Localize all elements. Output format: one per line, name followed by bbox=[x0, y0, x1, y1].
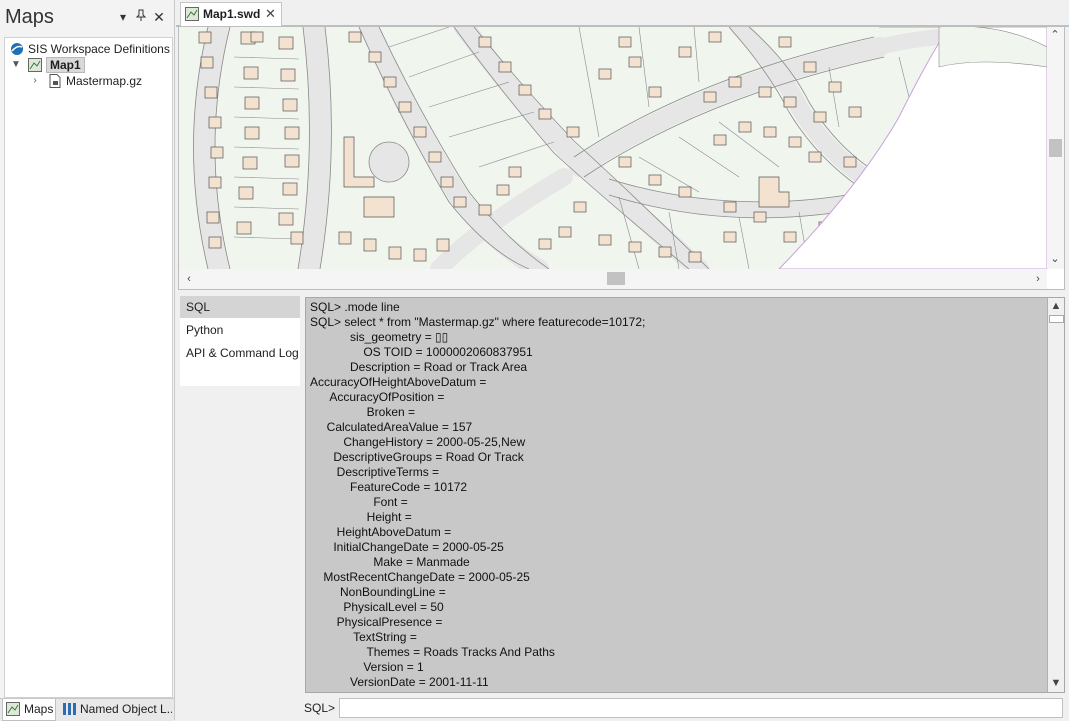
tab-maps[interactable]: Maps bbox=[2, 699, 56, 721]
console-line: Version = 1 bbox=[310, 660, 424, 674]
console-line: InitialChangeDate = 2000-05-25 bbox=[310, 540, 504, 554]
document-tab-bar: Map1.swd ✕ bbox=[176, 0, 1069, 27]
scroll-thumb[interactable] bbox=[607, 272, 625, 285]
map-document-icon bbox=[185, 7, 199, 24]
map-canvas[interactable] bbox=[179, 27, 1047, 269]
console-line: AccuracyOfHeightAboveDatum = bbox=[310, 375, 487, 389]
pin-icon[interactable] bbox=[133, 9, 149, 25]
console-line: ChangeHistory = 2000-05-25,New bbox=[310, 435, 526, 449]
console-line: CalculatedAreaValue = 157 bbox=[310, 420, 473, 434]
scroll-thumb[interactable] bbox=[1049, 139, 1062, 157]
scroll-right-icon[interactable]: › bbox=[1030, 271, 1046, 287]
maps-pane-header: Maps ▾ ✕ bbox=[0, 0, 174, 36]
console-line: Broken = bbox=[310, 405, 416, 419]
console-line: sis_geometry = ▯▯ bbox=[310, 330, 449, 344]
tree-item-workspace-definitions[interactable]: SIS Workspace Definitions bbox=[5, 41, 170, 57]
sql-prompt-label: SQL> bbox=[304, 701, 336, 715]
workspace-globe-icon bbox=[10, 42, 24, 56]
map-horizontal-scrollbar[interactable]: ‹ › bbox=[179, 269, 1047, 289]
sql-input[interactable] bbox=[339, 698, 1063, 718]
tree-item-mastermap[interactable]: › Mastermap.gz bbox=[5, 73, 170, 89]
console-line: SQL> select * from "Mastermap.gz" where … bbox=[310, 315, 646, 329]
scroll-up-icon[interactable]: ▲ bbox=[1048, 298, 1064, 314]
maps-pane: Maps ▾ ✕ SIS Workspace Definitions ▼ Map… bbox=[0, 0, 175, 721]
console-tab-list: SQL Python API & Command Log bbox=[180, 296, 300, 386]
console-line: TextString = bbox=[310, 630, 417, 644]
collapse-chevron-icon[interactable]: ▼ bbox=[11, 57, 21, 73]
close-pane-icon[interactable]: ✕ bbox=[151, 9, 167, 25]
console-line: NonBoundingLine = bbox=[310, 585, 446, 599]
console-lines: SQL> .mode line SQL> select * from "Maste… bbox=[310, 300, 1040, 690]
tree-item-label: Map1 bbox=[46, 57, 85, 73]
tab-named-objects[interactable]: Named Object L... bbox=[60, 699, 172, 720]
scroll-down-icon[interactable]: ⌄ bbox=[1047, 251, 1063, 267]
dropdown-icon[interactable]: ▾ bbox=[115, 9, 131, 25]
scroll-down-icon[interactable]: ▼ bbox=[1048, 675, 1064, 691]
console-line: OS TOID = 1000002060837951 bbox=[310, 345, 533, 359]
console-line: PhysicalPresence = bbox=[310, 615, 443, 629]
tab-sql[interactable]: SQL bbox=[180, 296, 300, 318]
tree-item-label: SIS Workspace Definitions bbox=[28, 42, 170, 56]
maps-pane-title: Maps bbox=[5, 6, 54, 28]
console-line: Font = bbox=[310, 495, 408, 509]
console-line: VersionDate = 2001-11-11 bbox=[310, 675, 489, 689]
map-vertical-scrollbar[interactable]: ⌃ ⌄ bbox=[1047, 27, 1064, 269]
console-line: MostRecentChangeDate = 2000-05-25 bbox=[310, 570, 530, 584]
console-line: DescriptiveGroups = Road Or Track bbox=[310, 450, 524, 464]
console-line: SQL> .mode line bbox=[310, 300, 400, 314]
console-line: DescriptiveTerms = bbox=[310, 465, 440, 479]
console-line: Height = bbox=[310, 510, 412, 524]
tab-map1-swd[interactable]: Map1.swd ✕ bbox=[180, 2, 282, 26]
tab-api-command-log[interactable]: API & Command Log bbox=[180, 342, 300, 364]
tab-label: Named Object L... bbox=[80, 702, 172, 716]
console-line: AccuracyOfPosition = bbox=[310, 390, 445, 404]
tree-item-label: Mastermap.gz bbox=[66, 74, 143, 88]
close-tab-icon[interactable]: ✕ bbox=[265, 6, 276, 22]
expand-chevron-icon[interactable]: › bbox=[30, 73, 40, 89]
console-line: FeatureCode = 10172 bbox=[310, 480, 468, 494]
scroll-left-icon[interactable]: ‹ bbox=[181, 271, 197, 287]
tab-python[interactable]: Python bbox=[180, 319, 300, 341]
sql-console-output[interactable]: SQL> .mode line SQL> select * from "Maste… bbox=[305, 297, 1065, 693]
scroll-thumb[interactable] bbox=[1049, 315, 1064, 323]
console-line: Make = Manmade bbox=[310, 555, 470, 569]
tab-label: Maps bbox=[24, 702, 54, 716]
tab-label: Map1.swd bbox=[203, 7, 261, 21]
pane-bottom-tabs: Maps Named Object L... bbox=[0, 698, 174, 721]
map-document-icon bbox=[28, 58, 42, 72]
console-line: PhysicalLevel = 50 bbox=[310, 600, 444, 614]
named-objects-icon bbox=[62, 702, 78, 720]
console-line: Themes = Roads Tracks And Paths bbox=[310, 645, 555, 659]
console-line: Description = Road or Track Area bbox=[310, 360, 528, 374]
scroll-up-icon[interactable]: ⌃ bbox=[1047, 27, 1063, 43]
console-scrollbar[interactable]: ▲ ▼ bbox=[1047, 298, 1064, 692]
maps-tab-icon bbox=[6, 702, 20, 720]
tree-item-map1[interactable]: ▼ Map1 bbox=[5, 57, 170, 73]
console-line: HeightAboveDatum = bbox=[310, 525, 452, 539]
dataset-file-icon bbox=[48, 74, 62, 88]
workspace-tree: SIS Workspace Definitions ▼ Map1 › Maste… bbox=[4, 37, 173, 698]
map-view[interactable]: ⌃ ⌄ ‹ › bbox=[178, 26, 1065, 290]
